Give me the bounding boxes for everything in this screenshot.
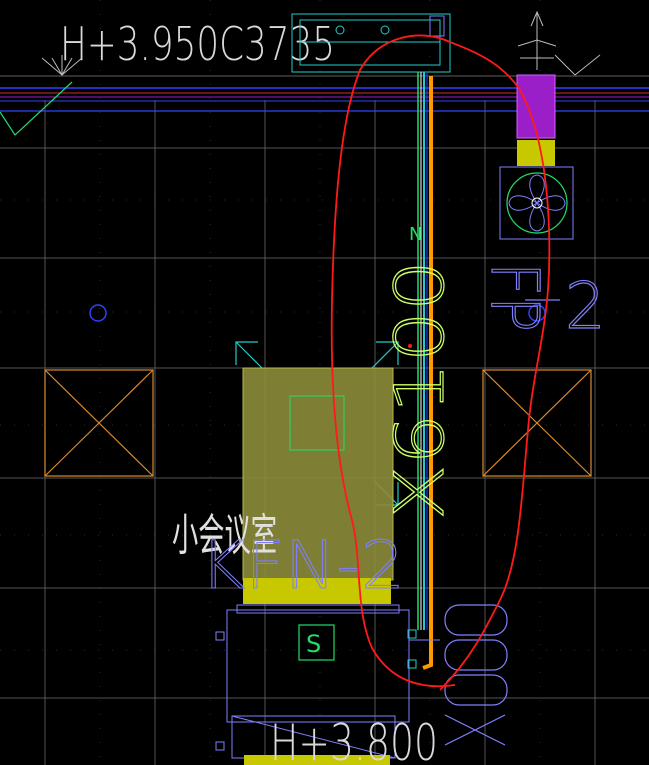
right-tag-fp: FP xyxy=(476,262,553,332)
pipe-marker-n: N xyxy=(409,224,422,245)
bottom-elevation-label: H+3.800 xyxy=(270,714,438,765)
cad-drawing-canvas[interactable]: H+3.950C3735 小会议室 KFN-2 N X6100 FP 2 S H… xyxy=(0,0,649,765)
fixture-code-vertical: X6100 xyxy=(381,260,460,520)
room-code-label: KFN-2 xyxy=(200,527,405,604)
right-tag-number: 2 xyxy=(565,270,606,344)
top-elevation-label: H+3.950C3735 xyxy=(60,17,335,71)
switch-marker-s: S xyxy=(306,630,321,658)
yellow-column-block xyxy=(517,140,555,166)
